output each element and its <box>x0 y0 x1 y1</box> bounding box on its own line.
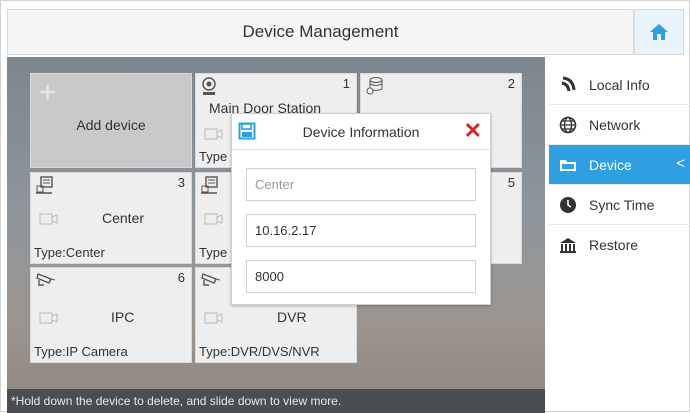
sidebar-item-label: Restore <box>589 237 639 253</box>
device-folder-icon <box>559 156 577 174</box>
device-name: IPC <box>111 309 135 325</box>
port-value: 8000 <box>255 269 284 284</box>
device-type: Type <box>199 245 228 260</box>
add-device-label: Add device <box>76 117 146 133</box>
clock-icon <box>559 196 577 214</box>
chevron-left-icon: < <box>676 155 685 172</box>
device-type: Type:IP Camera <box>34 344 128 359</box>
camera-icon <box>204 312 223 324</box>
device-tile-3[interactable]: 3 Center Type:Center <box>30 172 192 264</box>
sidebar-item-label: Sync Time <box>589 196 655 213</box>
device-type: Type:Center <box>34 245 105 260</box>
database-icon <box>366 77 383 95</box>
device-type: Type:DVR/DVS/NVR <box>199 344 320 359</box>
sidebar-item-local-info[interactable]: Local Info <box>549 65 690 105</box>
footer-hint: *Hold down the device to delete, and sli… <box>7 389 545 413</box>
ip-camera-icon <box>36 273 56 286</box>
device-number: 6 <box>177 270 185 285</box>
device-tile-6[interactable]: 6 IPC Type:IP Camera <box>30 267 192 363</box>
dialog-title: Device Information <box>302 123 420 140</box>
device-name-field[interactable]: Center <box>246 168 476 201</box>
port-field[interactable]: 8000 <box>246 260 476 293</box>
device-name: DVR <box>277 309 307 325</box>
ip-address-value: 10.16.2.17 <box>255 223 317 238</box>
camera-icon <box>39 213 58 225</box>
monitor-icon <box>201 176 218 194</box>
device-number: 3 <box>177 175 185 190</box>
footer-hint-text: *Hold down the device to delete, and sli… <box>11 394 342 408</box>
page-title: Device Management <box>242 22 399 41</box>
home-icon <box>650 24 668 40</box>
close-icon[interactable]: ✕ <box>464 120 482 142</box>
ip-camera-icon <box>201 273 221 286</box>
ip-address-field[interactable]: 10.16.2.17 <box>246 214 476 247</box>
sidebar-item-label: Network <box>589 116 641 133</box>
device-type: Type <box>199 149 228 164</box>
plus-icon: + <box>39 76 57 109</box>
app-window: Device Management + Add device 1 Main Do… <box>0 0 690 413</box>
settings-sidebar: Local Info Network Device < Sync Time Re… <box>549 65 690 265</box>
dialog-header: Device Information ✕ <box>232 114 490 150</box>
monitor-icon <box>36 176 53 194</box>
device-information-dialog: Device Information ✕ Center 10.16.2.17 8… <box>231 113 491 305</box>
device-number: 1 <box>342 76 350 91</box>
home-button[interactable] <box>634 9 684 55</box>
globe-icon <box>559 116 577 134</box>
camera-icon <box>204 213 223 225</box>
local-info-icon <box>559 76 577 94</box>
sidebar-item-network[interactable]: Network <box>549 105 690 145</box>
door-station-icon <box>202 77 216 95</box>
sidebar-item-label: Local Info <box>589 76 650 93</box>
device-name-placeholder: Center <box>255 177 295 192</box>
header-bar: Device Management <box>7 9 634 55</box>
sidebar-item-sync-time[interactable]: Sync Time <box>549 185 690 225</box>
add-device-tile[interactable]: + Add device <box>30 73 192 168</box>
device-name: Center <box>102 210 145 226</box>
sidebar-item-device[interactable]: Device < <box>549 145 690 185</box>
camera-icon <box>204 128 223 140</box>
device-number: 2 <box>507 76 515 91</box>
camera-icon <box>39 312 58 324</box>
device-number: 5 <box>507 175 515 190</box>
sidebar-item-restore[interactable]: Restore <box>549 225 690 265</box>
restore-icon <box>559 236 577 254</box>
sidebar-item-label: Device <box>589 156 632 173</box>
